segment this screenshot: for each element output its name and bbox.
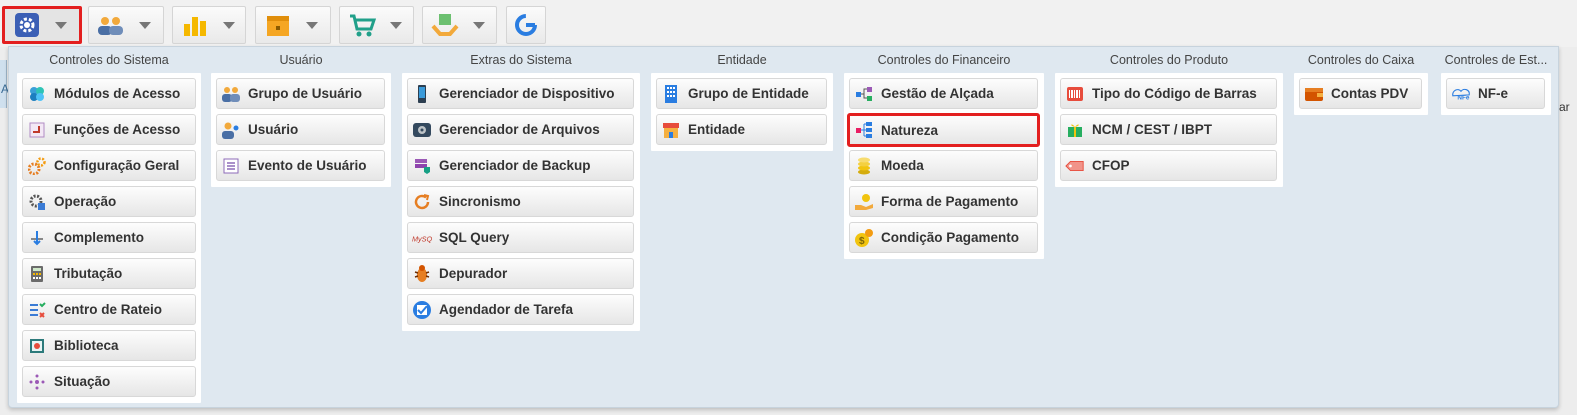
store-icon (661, 120, 681, 140)
chevron-down-icon (223, 21, 235, 29)
hand-box-icon (431, 11, 459, 39)
group-title: Usuário (279, 53, 323, 67)
chevron-down-icon (473, 21, 485, 29)
menu-item-situacao[interactable]: Situação (22, 366, 196, 397)
barcode-icon (1065, 84, 1085, 104)
menu-item-agendador-de-tarefa[interactable]: Agendador de Tarefa (407, 294, 634, 325)
menu-item-evento-de-usuario[interactable]: Evento de Usuário (216, 150, 385, 181)
reports-menu-button[interactable] (172, 6, 246, 44)
key-function-icon (27, 120, 47, 140)
menu-item-nf-e[interactable]: NFe NF-e (1446, 78, 1545, 109)
library-icon (27, 336, 47, 356)
main-toolbar (0, 0, 1577, 47)
menu-item-centro-de-rateio[interactable]: Centro de Rateio (22, 294, 196, 325)
settings-dropdown-panel: Controles do Sistema Módulos de Acesso F… (8, 46, 1559, 408)
wallet-icon (1304, 84, 1324, 104)
group-title: Controles do Caixa (1307, 53, 1415, 67)
menu-item-tipo-do-codigo-de-barras[interactable]: Tipo do Código de Barras (1060, 78, 1277, 109)
group-title: Entidade (717, 53, 767, 67)
users-icon (97, 11, 125, 39)
menu-item-grupo-de-usuario[interactable]: Grupo de Usuário (216, 78, 385, 109)
box-icon (264, 11, 292, 39)
menu-item-modulos-de-acesso[interactable]: Módulos de Acesso (22, 78, 196, 109)
svg-text:MySQL: MySQL (412, 234, 432, 243)
menu-item-condicao-pagamento[interactable]: $ Condição Pagamento (849, 222, 1038, 253)
settings-menu-button[interactable] (2, 6, 82, 44)
group-title: Controles de Est... (1444, 53, 1548, 67)
complement-icon (27, 228, 47, 248)
operation-gear-icon (27, 192, 47, 212)
task-check-icon (412, 300, 432, 320)
svg-text:$: $ (859, 236, 865, 247)
user-group-icon (221, 84, 241, 104)
gift-money-icon (1065, 120, 1085, 140)
menu-item-operacao[interactable]: Operação (22, 186, 196, 217)
menu-item-cfop[interactable]: CFOP (1060, 150, 1277, 181)
menu-item-sincronismo[interactable]: Sincronismo (407, 186, 634, 217)
tag-icon (1065, 156, 1085, 176)
refresh-button[interactable] (506, 6, 546, 44)
users-menu-button[interactable] (88, 6, 164, 44)
bug-icon (412, 264, 432, 284)
chevron-down-icon (139, 21, 151, 29)
menu-item-entidade[interactable]: Entidade (656, 114, 827, 145)
flow-icon (854, 84, 874, 104)
event-list-icon (221, 156, 241, 176)
menu-item-moeda[interactable]: Moeda (849, 150, 1038, 181)
sales-menu-button[interactable] (339, 6, 414, 44)
money-cycle-icon: $ (854, 228, 874, 248)
group-title: Extras do Sistema (470, 53, 572, 67)
group-title: Controles do Financeiro (877, 53, 1011, 67)
menu-item-configuracao-geral[interactable]: Configuração Geral (22, 150, 196, 181)
svg-text:NFe: NFe (1457, 94, 1469, 101)
bar-chart-icon (181, 11, 209, 39)
chevron-down-icon (306, 21, 318, 29)
menu-item-depurador[interactable]: Depurador (407, 258, 634, 289)
backup-icon (412, 156, 432, 176)
menu-item-gerenciador-de-backup[interactable]: Gerenciador de Backup (407, 150, 634, 181)
sync-icon (412, 192, 432, 212)
menu-item-usuario[interactable]: Usuário (216, 114, 385, 145)
refresh-g-icon (512, 11, 540, 39)
checklist-icon (27, 300, 47, 320)
background-edge-text: ar (1559, 100, 1570, 114)
situation-dots-icon (27, 372, 47, 392)
nfe-icon: NFe (1451, 84, 1471, 104)
coins-icon (854, 156, 874, 176)
calculator-icon (27, 264, 47, 284)
menu-item-gerenciador-de-arquivos[interactable]: Gerenciador de Arquivos (407, 114, 634, 145)
menu-item-biblioteca[interactable]: Biblioteca (22, 330, 196, 361)
device-icon (412, 84, 432, 104)
stock-menu-button[interactable] (422, 6, 497, 44)
chevron-down-icon (55, 21, 67, 29)
modules-icon (27, 84, 47, 104)
menu-item-grupo-de-entidade[interactable]: Grupo de Entidade (656, 78, 827, 109)
menu-item-sql-query[interactable]: MySQLSQL Query (407, 222, 634, 253)
tree-icon (854, 120, 874, 140)
menu-item-complemento[interactable]: Complemento (22, 222, 196, 253)
products-menu-button[interactable] (255, 6, 331, 44)
user-icon (221, 120, 241, 140)
menu-item-contas-pdv[interactable]: Contas PDV (1299, 78, 1422, 109)
menu-item-ncm-cest-ibpt[interactable]: NCM / CEST / IBPT (1060, 114, 1277, 145)
hard-drive-icon (412, 120, 432, 140)
menu-item-natureza[interactable]: Natureza (847, 113, 1040, 147)
mysql-icon: MySQL (412, 228, 432, 248)
menu-item-gerenciador-de-dispositivo[interactable]: Gerenciador de Dispositivo (407, 78, 634, 109)
building-icon (661, 84, 681, 104)
menu-item-gestao-de-alcada[interactable]: Gestão de Alçada (849, 78, 1038, 109)
background-tab-edge: A (0, 60, 9, 108)
menu-item-forma-de-pagamento[interactable]: Forma de Pagamento (849, 186, 1038, 217)
group-title: Controles do Sistema (49, 53, 169, 67)
hand-coin-icon (854, 192, 874, 212)
cart-icon (348, 11, 376, 39)
menu-item-funcoes-de-acesso[interactable]: Funções de Acesso (22, 114, 196, 145)
gear-icon (13, 11, 41, 39)
menu-item-tributacao[interactable]: Tributação (22, 258, 196, 289)
gears-icon (27, 156, 47, 176)
chevron-down-icon (390, 21, 402, 29)
group-title: Controles do Produto (1109, 53, 1229, 67)
